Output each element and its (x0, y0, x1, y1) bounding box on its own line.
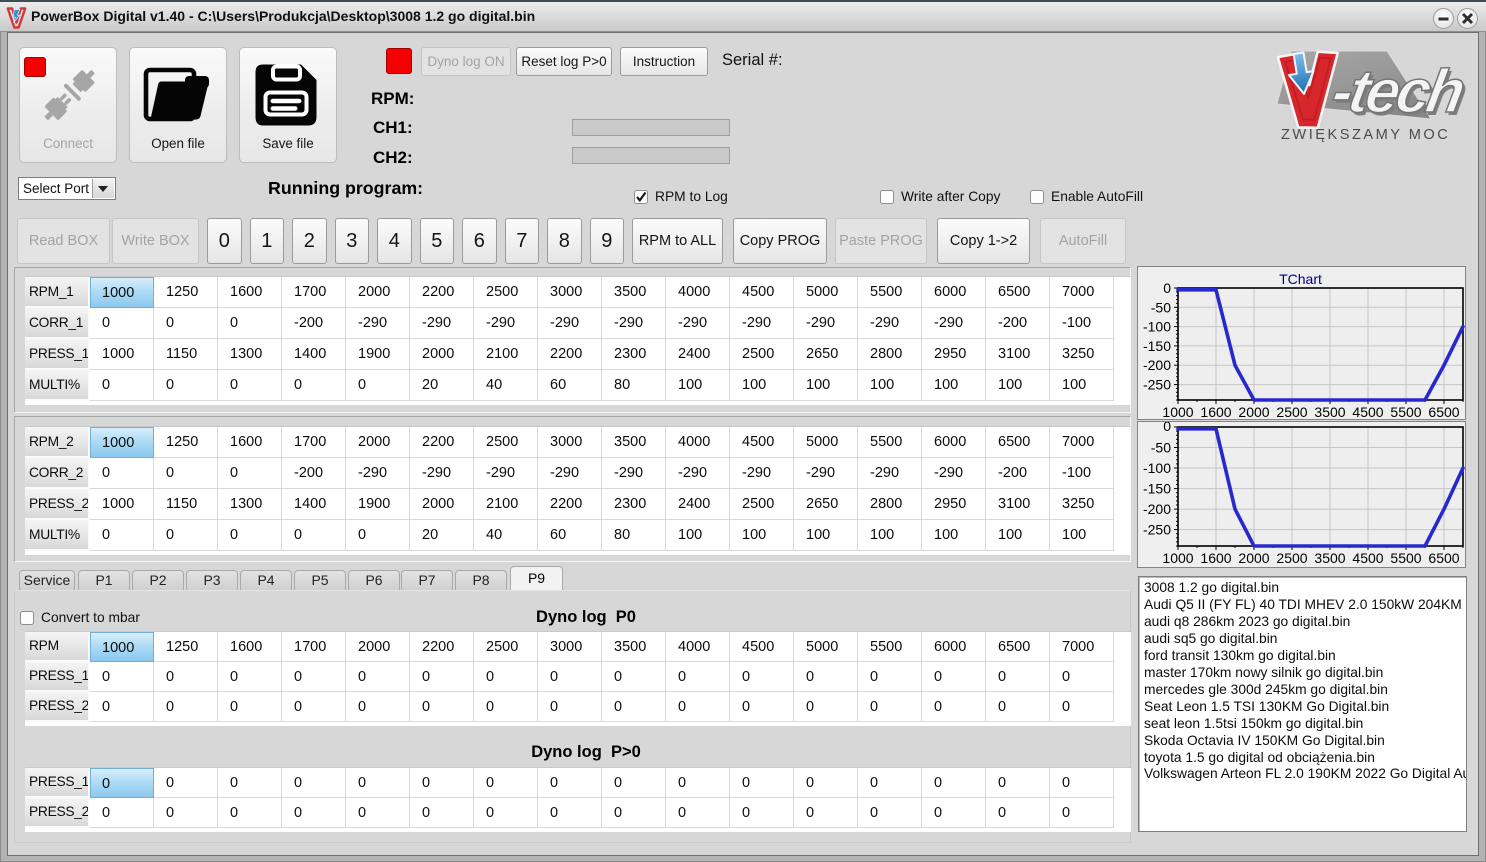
svg-text:1000: 1000 (1162, 404, 1193, 419)
svg-text:6500: 6500 (1428, 404, 1459, 419)
svg-text:3500: 3500 (1314, 404, 1345, 419)
svg-text:-200: -200 (1143, 357, 1171, 373)
svg-text:1600: 1600 (1200, 404, 1231, 419)
svg-text:3500: 3500 (1314, 550, 1345, 566)
svg-text:-50: -50 (1151, 440, 1171, 456)
svg-text:4500: 4500 (1352, 404, 1383, 419)
svg-text:-150: -150 (1143, 481, 1171, 497)
svg-text:-250: -250 (1143, 522, 1171, 538)
svg-text:2500: 2500 (1276, 550, 1307, 566)
svg-text:6500: 6500 (1428, 550, 1459, 566)
svg-text:ZWIĘKSZAMY MOC: ZWIĘKSZAMY MOC (1281, 127, 1450, 143)
svg-text:5500: 5500 (1390, 550, 1421, 566)
svg-text:2500: 2500 (1276, 404, 1307, 419)
svg-text:TChart: TChart (1279, 271, 1322, 287)
svg-text:4500: 4500 (1352, 550, 1383, 566)
svg-text:5500: 5500 (1390, 404, 1421, 419)
svg-text:-50: -50 (1151, 299, 1171, 315)
svg-text:0: 0 (1163, 422, 1171, 434)
svg-text:1000: 1000 (1162, 550, 1193, 566)
svg-text:2000: 2000 (1238, 550, 1269, 566)
svg-text:-150: -150 (1143, 338, 1171, 354)
svg-text:0: 0 (1163, 280, 1171, 296)
svg-text:-tech: -tech (1327, 57, 1468, 125)
svg-text:-250: -250 (1143, 377, 1171, 393)
svg-text:-100: -100 (1143, 319, 1171, 335)
svg-text:1600: 1600 (1200, 550, 1231, 566)
svg-text:-200: -200 (1143, 501, 1171, 517)
svg-text:-100: -100 (1143, 460, 1171, 476)
svg-text:2000: 2000 (1238, 404, 1269, 419)
